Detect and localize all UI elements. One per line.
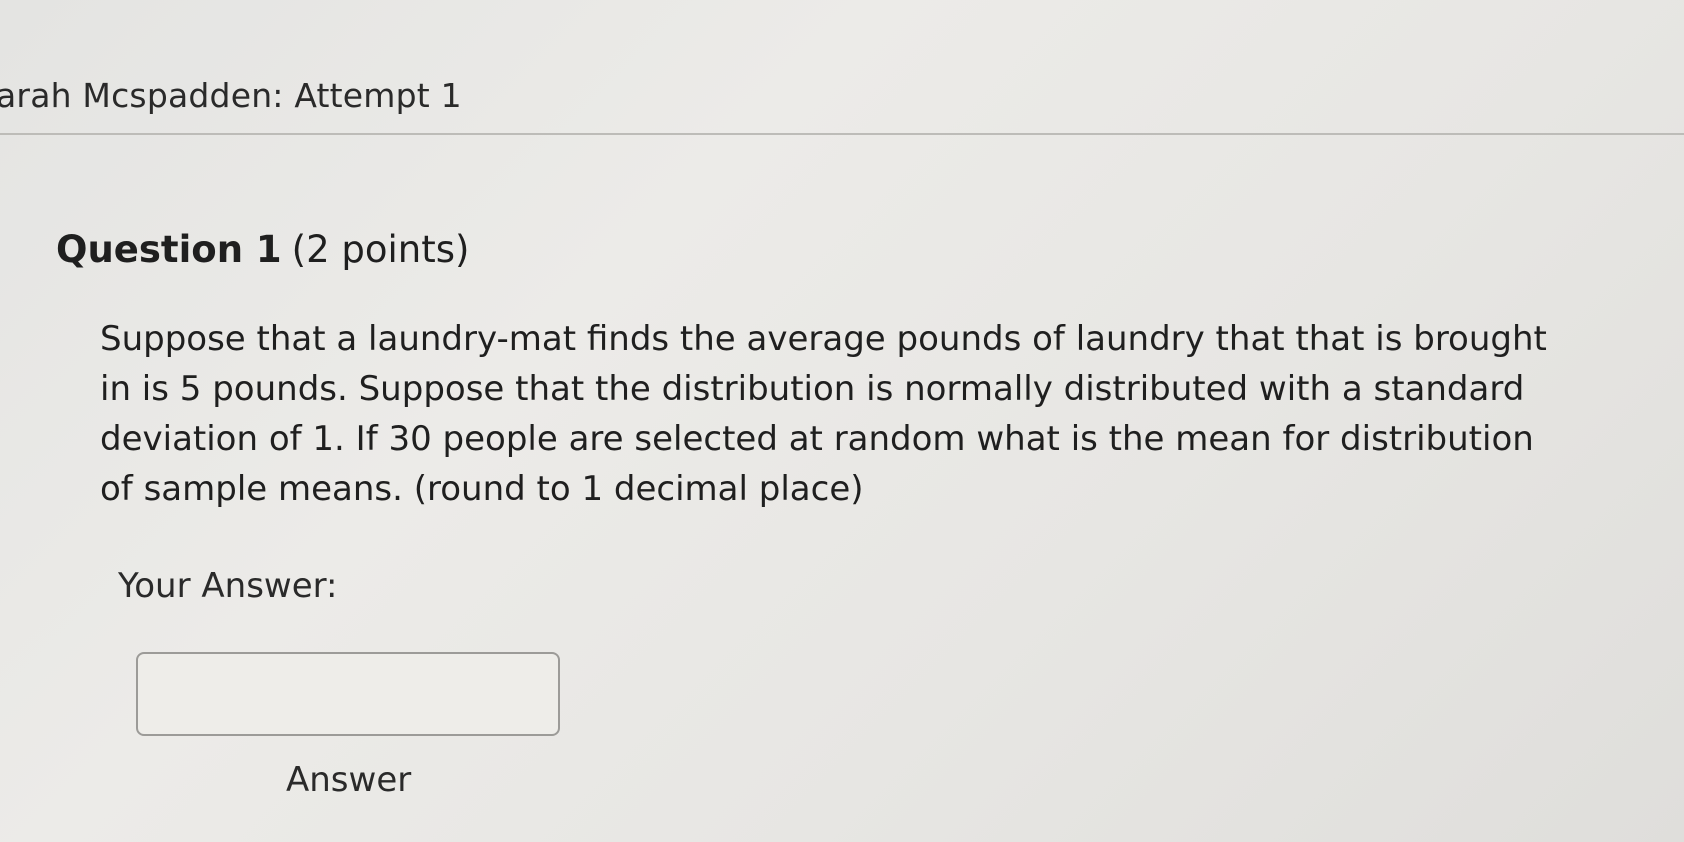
answer-input[interactable]	[136, 652, 560, 736]
question-text-line: in is 5 pounds. Suppose that the distrib…	[100, 369, 1525, 409]
question-text: Suppose that a laundry-mat finds the ave…	[100, 314, 1665, 514]
page-title: arah Mcspadden: Attempt 1	[0, 76, 462, 115]
question-text-line: Suppose that a laundry-mat finds the ave…	[100, 319, 1547, 359]
question-number: Question 1	[56, 228, 282, 271]
question-text-line: of sample means. (round to 1 decimal pla…	[100, 469, 864, 509]
header-divider	[0, 133, 1684, 135]
your-answer-label: Your Answer:	[118, 566, 338, 606]
question-heading: Question 1 (2 points)	[56, 228, 469, 271]
question-text-line: deviation of 1. If 30 people are selecte…	[100, 419, 1534, 459]
answer-caption: Answer	[286, 760, 412, 800]
question-points: (2 points)	[291, 228, 470, 271]
